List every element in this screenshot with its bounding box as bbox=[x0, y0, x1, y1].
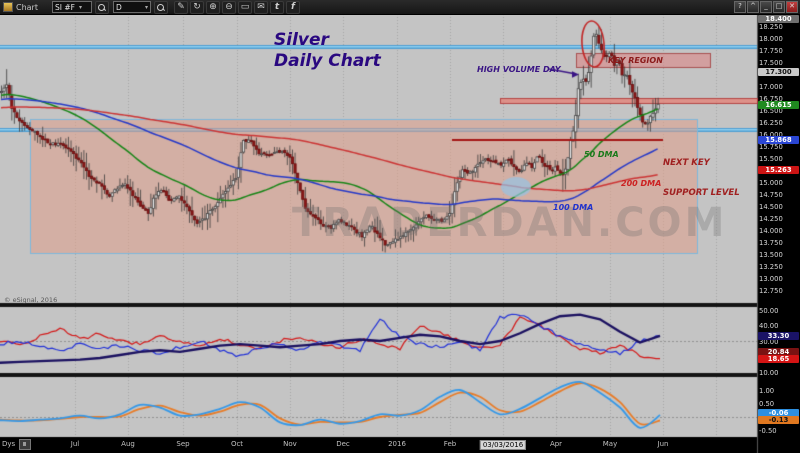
window-titlebar: Chart SI #F ▾ D ▾ ✎↻⊕⊖▭✉tf bbox=[0, 0, 800, 15]
axis-tick: 40.00 bbox=[759, 322, 798, 330]
high-volume-day-label: HIGH VOLUME DAY bbox=[477, 65, 561, 74]
chevron-down-icon[interactable]: ▾ bbox=[145, 4, 148, 11]
time-axis-tick: 03/03/2016 bbox=[480, 440, 526, 450]
time-axis-tick: Nov bbox=[283, 440, 297, 448]
dma100-label: 100 DMA bbox=[553, 203, 593, 212]
search-icon bbox=[98, 4, 105, 11]
axis-tick: 18.000 bbox=[759, 35, 798, 43]
next-key-line2: SUPPORT LEVEL bbox=[663, 188, 740, 198]
window-title: Chart bbox=[16, 3, 38, 12]
time-axis-tick: Sep bbox=[176, 440, 189, 448]
axis-tick: 17.000 bbox=[759, 83, 798, 91]
symbol-input[interactable]: SI #F ▾ bbox=[52, 1, 92, 13]
axis-tick: 13.750 bbox=[759, 239, 798, 247]
time-axis-tick: Jun bbox=[658, 440, 669, 448]
next-key-line1: NEXT KEY bbox=[663, 158, 740, 168]
interval-value: D bbox=[116, 3, 122, 12]
axis-tick: 0.50 bbox=[759, 400, 798, 408]
zoom-in-icon[interactable]: ⊕ bbox=[206, 1, 220, 14]
axis-price-flag: 18.400 bbox=[758, 15, 799, 23]
time-axis-tick: Aug bbox=[121, 440, 135, 448]
axis-tick: 15.500 bbox=[759, 155, 798, 163]
axis-price-flag: 16.615 bbox=[758, 101, 799, 109]
window-button[interactable]: ^ bbox=[747, 1, 759, 13]
axis-tick: 12.750 bbox=[759, 287, 798, 295]
chart-title-line1: Silver bbox=[274, 30, 329, 50]
refresh-icon[interactable]: ↻ bbox=[190, 1, 204, 14]
close-button[interactable]: ✕ bbox=[786, 1, 798, 13]
axis-tick: 17.750 bbox=[759, 47, 798, 55]
eraser-icon[interactable]: ▭ bbox=[238, 1, 252, 14]
time-axis-tick: Feb bbox=[444, 440, 456, 448]
copyright-note: © eSignal, 2016 bbox=[4, 296, 57, 304]
time-axis-tick: May bbox=[603, 440, 617, 448]
axis-tick: 13.500 bbox=[759, 251, 798, 259]
axis-price-flag: 18.65 bbox=[758, 355, 799, 363]
window-controls: ?^_□✕ bbox=[733, 1, 798, 13]
axis-tick: 13.250 bbox=[759, 263, 798, 271]
zoom-out-icon[interactable]: ⊖ bbox=[222, 1, 236, 14]
axis-tick: 10.00 bbox=[759, 369, 798, 377]
axis-tick: 14.250 bbox=[759, 215, 798, 223]
key-region-label: KEY REGION bbox=[608, 56, 663, 65]
window-button[interactable]: _ bbox=[760, 1, 772, 13]
axis-price-flag: 33.30 bbox=[758, 332, 799, 340]
interval-search-button[interactable] bbox=[154, 1, 168, 14]
time-axis-tick: Jul bbox=[71, 440, 79, 448]
interval-input[interactable]: D ▾ bbox=[113, 1, 151, 13]
search-icon bbox=[157, 4, 164, 11]
axis-price-flag: 15.868 bbox=[758, 136, 799, 144]
axis-tick: 14.750 bbox=[759, 191, 798, 199]
axis-tick: -0.50 bbox=[759, 427, 798, 435]
twitter-icon[interactable]: t bbox=[270, 1, 284, 14]
axis-tick: 18.250 bbox=[759, 23, 798, 31]
chart-window-icon bbox=[3, 2, 13, 12]
time-axis-tick: Apr bbox=[550, 440, 562, 448]
axis-price-flag: 15.263 bbox=[758, 166, 799, 174]
chart-title-line2: Daily Chart bbox=[274, 51, 381, 71]
charting-application: Chart SI #F ▾ D ▾ ✎↻⊕⊖▭✉tf ?^_□✕ Silver … bbox=[0, 0, 800, 453]
chevron-down-icon[interactable]: ▾ bbox=[79, 4, 82, 11]
axis-tick: 1.00 bbox=[759, 387, 798, 395]
symbol-search-button[interactable] bbox=[95, 1, 109, 14]
dma50-label: 50 DMA bbox=[584, 150, 619, 159]
axis-price-flag: -0.13 bbox=[758, 416, 799, 424]
axis-tick: 17.500 bbox=[759, 59, 798, 67]
axis-tick: 13.000 bbox=[759, 275, 798, 283]
next-key-support-label: NEXT KEY SUPPORT LEVEL bbox=[663, 138, 740, 218]
pencil-icon[interactable]: ✎ bbox=[174, 1, 188, 14]
time-axis-unit-label: Dys bbox=[2, 440, 15, 448]
axis-tick: 14.500 bbox=[759, 203, 798, 211]
symbol-value: SI #F bbox=[55, 3, 75, 12]
axis-tick: 16.250 bbox=[759, 119, 798, 127]
facebook-icon[interactable]: f bbox=[286, 1, 300, 14]
axis-tick: 14.000 bbox=[759, 227, 798, 235]
dma200-label: 200 DMA bbox=[621, 179, 661, 188]
time-axis-tick: Oct bbox=[231, 440, 243, 448]
axis-price-flag: 17.300 bbox=[758, 68, 799, 76]
chat-icon[interactable]: ✉ bbox=[254, 1, 268, 14]
window-button[interactable]: ? bbox=[734, 1, 746, 13]
axis-tick: 15.000 bbox=[759, 179, 798, 187]
axis-tick: 50.00 bbox=[759, 307, 798, 315]
time-axis-tick: Dec bbox=[336, 440, 350, 448]
window-button[interactable]: □ bbox=[773, 1, 785, 13]
lock-icon[interactable] bbox=[19, 439, 31, 450]
time-axis-tick: 2016 bbox=[388, 440, 406, 448]
